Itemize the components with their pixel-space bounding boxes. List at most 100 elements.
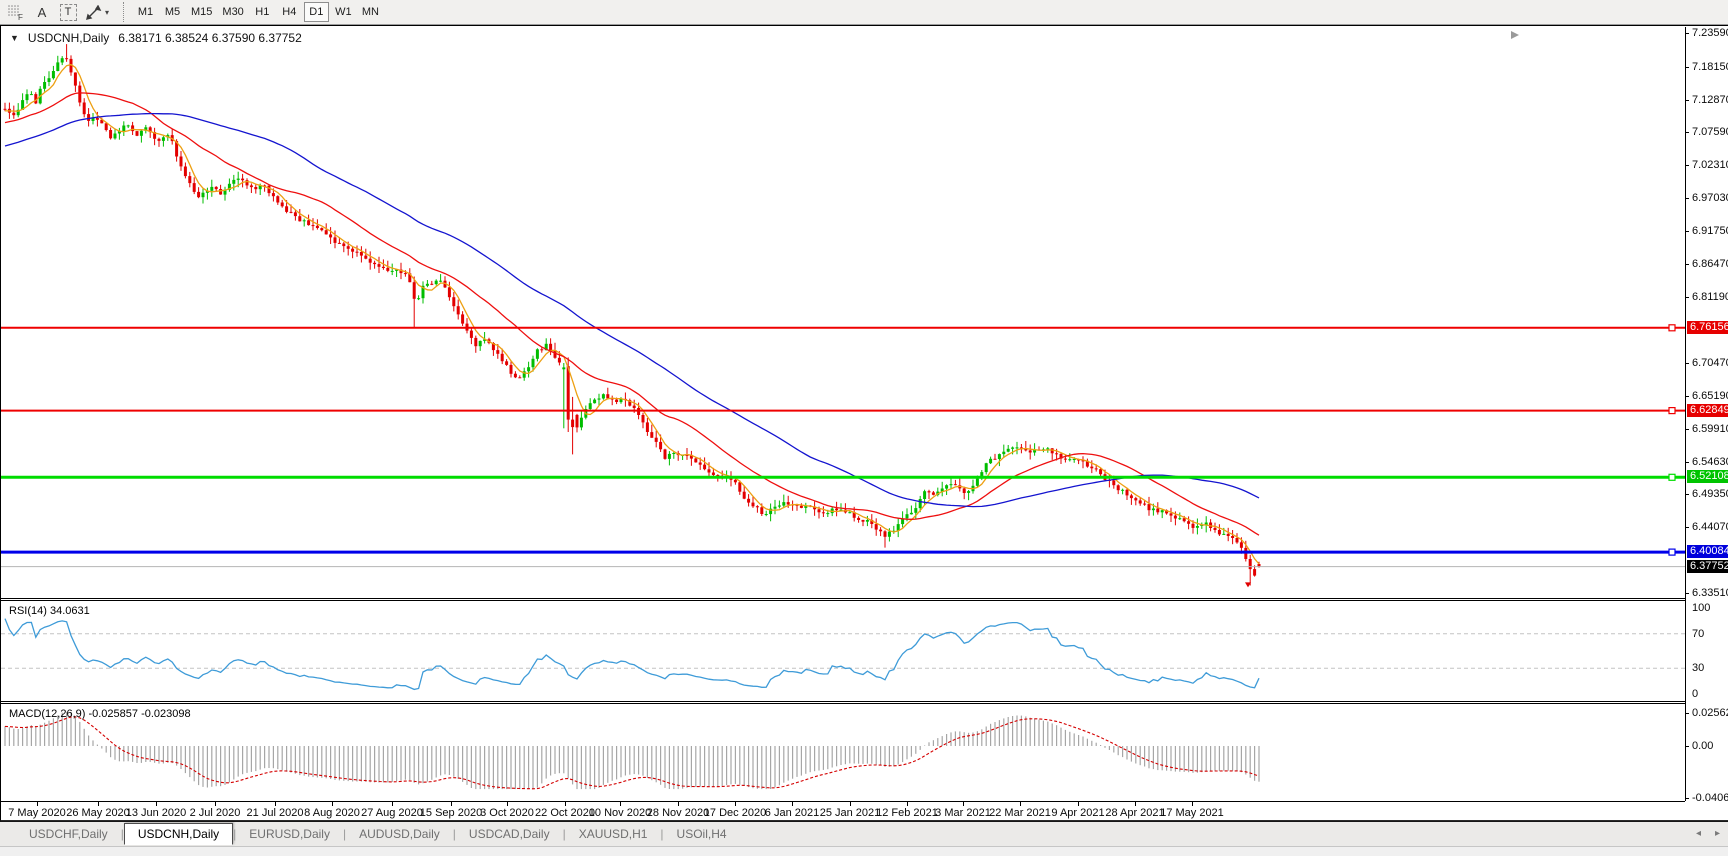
price-axis-label: 7.23590 (1692, 27, 1728, 39)
price-axis-label: 6.91750 (1692, 224, 1728, 237)
date-axis-label: 3 Oct 2020 (480, 807, 534, 819)
tab-audusd[interactable]: AUDUSD,Daily (346, 823, 453, 845)
tab-scroll-right-icon[interactable]: ▸ (1715, 828, 1720, 839)
date-axis-tick (392, 802, 393, 806)
letter-t-boxed: T (59, 3, 77, 21)
date-axis-tick (963, 802, 964, 806)
date-axis-label: 7 May 2020 (8, 807, 66, 819)
timeframe-button-m30[interactable]: M30 (218, 2, 247, 22)
date-axis-label: 17 Dec 2020 (703, 807, 767, 819)
date-axis-label: 28 Apr 2021 (1105, 807, 1165, 819)
date-axis-tick (37, 802, 38, 806)
date-axis-tick (565, 802, 566, 806)
tab-usdcad[interactable]: USDCAD,Daily (456, 823, 563, 845)
price-axis-label: 6.86470 (1692, 257, 1728, 270)
date-axis-label: 10 Nov 2020 (588, 807, 652, 819)
date-axis[interactable]: 7 May 2020 26 May 2020 13 Jun 2020 2 Jul 20… (1, 26, 1685, 822)
hline-price-label: 6.76156 (1687, 320, 1728, 334)
date-axis-label: 22 Oct 2020 (535, 807, 595, 819)
date-axis-label: 9 Apr 2021 (1051, 807, 1105, 819)
svg-text:F: F (18, 13, 23, 21)
chevron-down-icon[interactable]: ▾ (105, 8, 115, 17)
tab-usoil[interactable]: USOil,H4 (664, 823, 740, 845)
date-axis-label: 13 Jun 2020 (125, 807, 187, 819)
date-axis-label: 17 May 2021 (1160, 807, 1224, 819)
chart-tabs: USDCHF,Daily | USDCNH,Daily | EURUSD,Daily | A… (16, 822, 740, 846)
chart-window[interactable]: ▼ USDCNH,Daily 6.38171 6.38524 6.37590 6… (0, 25, 1728, 821)
timeframe-button-mn[interactable]: MN (358, 2, 383, 22)
date-axis-label: 25 Jan 2021 (819, 807, 881, 819)
timeframe-button-m5[interactable]: M5 (160, 2, 185, 22)
date-axis-label: 15 Sep 2020 (419, 807, 483, 819)
date-axis-tick (735, 802, 736, 806)
price-axis-label: 6.54630 (1692, 455, 1728, 468)
date-axis-tick (792, 802, 793, 806)
date-axis-tick (1135, 802, 1136, 806)
date-axis-tick (1020, 802, 1021, 806)
price-axis-label: 6.65190 (1692, 390, 1728, 402)
date-axis-tick (620, 802, 621, 806)
hline-price-label: 6.37752 (1687, 559, 1728, 573)
date-axis-tick (1078, 802, 1079, 806)
timeframe-button-d1[interactable]: D1 (303, 2, 329, 22)
toolbar: F A T ▾ M1 M5 M15 M30 H1 H4 D1 W1 MN (0, 0, 1728, 25)
date-axis-tick (332, 802, 333, 806)
date-axis-tick (507, 802, 508, 806)
grid-f-icon[interactable]: F (4, 2, 28, 23)
hline-price-label: 6.40084 (1687, 545, 1728, 559)
tab-scroll-left-icon[interactable]: ◂ (1696, 828, 1701, 839)
price-axis-label: 7.12870 (1692, 93, 1728, 106)
chart-tab-bar: USDCHF,Daily | USDCNH,Daily | EURUSD,Daily | A… (0, 821, 1728, 846)
date-axis-tick (275, 802, 276, 806)
timeframe-button-w1[interactable]: W1 (331, 2, 356, 22)
price-axis-label: 7.18150 (1692, 60, 1728, 73)
price-axis-label: 6.81190 (1692, 290, 1728, 303)
price-axis-label: 6.44070 (1692, 521, 1728, 534)
price-axis[interactable]: 7.23590 7.18150 7.12870 7.07590 7.02310 6.970… (1685, 26, 1728, 822)
tab-usdcnh[interactable]: USDCNH,Daily (123, 823, 234, 845)
date-axis-label: 3 Mar 2021 (935, 807, 991, 819)
price-axis-label: 6.97030 (1692, 192, 1728, 205)
grid-dots-icon: F (8, 4, 23, 21)
timeframe-button-h1[interactable]: H1 (250, 2, 275, 22)
tab-usdchf[interactable]: USDCHF,Daily (16, 823, 121, 845)
date-axis-tick (451, 802, 452, 806)
tab-eurusd[interactable]: EURUSD,Daily (236, 823, 343, 845)
status-bar (0, 846, 1728, 856)
price-axis-label: 6.59910 (1692, 422, 1728, 435)
macd-scale-label: 0.025623 (1692, 707, 1728, 719)
date-axis-label: 2 Jul 2020 (189, 807, 241, 819)
date-axis-tick (907, 802, 908, 806)
text-label-icon[interactable]: A (30, 2, 54, 23)
price-axis-label: 7.02310 (1692, 159, 1728, 172)
hline-price-label: 6.62849 (1687, 403, 1728, 417)
date-axis-tick (98, 802, 99, 806)
price-axis-label: 6.49350 (1692, 488, 1728, 501)
price-axis-label: 6.70470 (1692, 357, 1728, 370)
macd-scale-label: 0.00 (1692, 740, 1714, 752)
date-axis-label: 26 May 2020 (66, 807, 130, 819)
rsi-scale-label: 0 (1692, 688, 1699, 700)
rsi-scale-label: 100 (1692, 602, 1711, 614)
rsi-scale-label: 70 (1692, 627, 1705, 640)
date-axis-label: 6 Jan 2021 (764, 807, 820, 819)
date-axis-label: 21 Jul 2020 (246, 807, 304, 819)
price-axis-line (1685, 27, 1686, 801)
tab-xauusd[interactable]: XAUUSD,H1 (566, 823, 661, 845)
cursor-arrows-icon[interactable] (82, 2, 106, 23)
macd-scale-label: -0.040687 (1692, 792, 1728, 805)
date-axis-tick (215, 802, 216, 806)
timeframe-button-h4[interactable]: H4 (277, 2, 302, 22)
date-axis-tick (678, 802, 679, 806)
hline-price-label: 6.52108 (1687, 470, 1728, 484)
date-axis-tick (156, 802, 157, 806)
date-axis-label: 12 Feb 2021 (876, 807, 938, 819)
date-axis-tick (850, 802, 851, 806)
timeframe-button-m1[interactable]: M1 (133, 2, 158, 22)
text-box-icon[interactable]: T (56, 2, 80, 23)
date-axis-label: 22 Mar 2021 (989, 807, 1051, 819)
date-axis-label: 27 Aug 2020 (361, 807, 423, 819)
toolbar-separator (123, 2, 124, 22)
timeframe-button-m15[interactable]: M15 (187, 2, 216, 22)
price-axis-label: 7.07590 (1692, 126, 1728, 139)
